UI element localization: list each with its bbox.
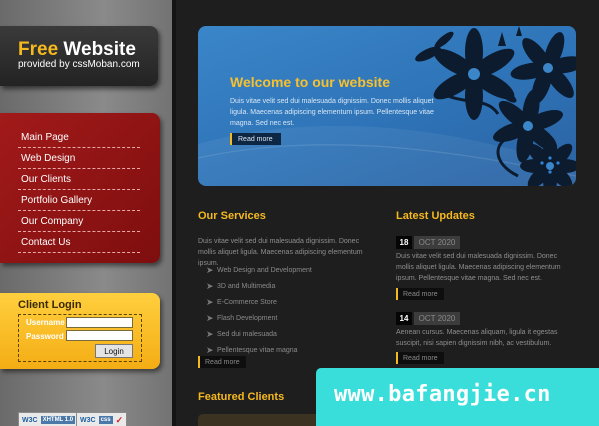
service-label: Web Design and Development (217, 266, 312, 274)
password-label: Password (26, 332, 64, 341)
list-item[interactable]: ➤ Web Design and Development (206, 262, 312, 278)
welcome-banner: Welcome to our website Duis vitae velit … (198, 26, 576, 186)
arrow-right-icon: ➤ (206, 280, 214, 291)
update-text: Duis vitae velit sed dui malesuada digni… (396, 253, 561, 282)
menu-link[interactable]: Our Clients (18, 174, 71, 185)
update-date: 14 OCT 2020 (396, 312, 460, 325)
menu-link[interactable]: Contact Us (18, 237, 70, 248)
banner-title: Welcome to our website (230, 74, 390, 90)
logo-title-text: Website (58, 39, 136, 60)
service-label: Flash Development (217, 314, 278, 322)
menu-link[interactable]: Portfolio Gallery (18, 195, 92, 206)
menu-item-portfolio-gallery[interactable]: Portfolio Gallery (18, 190, 140, 211)
client-login-panel: Client Login Username Password Login (0, 293, 160, 369)
check-icon: ✓ (115, 414, 124, 425)
banner-text: Duis vitae velit sed dui malesuada digni… (230, 98, 434, 127)
arrow-right-icon: ➤ (206, 296, 214, 307)
menu-item-main-page[interactable]: Main Page (18, 127, 140, 148)
logo-subtitle: provided by cssMoban.com (18, 59, 140, 70)
arrow-right-icon: ➤ (206, 344, 214, 355)
service-label: Pellentesque vitae magna (217, 346, 298, 354)
username-input[interactable] (66, 317, 133, 328)
badge-kind: css (98, 416, 113, 424)
login-button[interactable]: Login (95, 344, 133, 358)
services-read-more-button[interactable]: Read more (198, 356, 246, 368)
badge-kind: XHTML 1.0 (40, 416, 76, 424)
services-list: ➤ Web Design and Development ➤ 3D and Mult… (206, 262, 312, 358)
banner-read-more-button[interactable]: Read more (230, 133, 281, 145)
update-read-more-button[interactable]: Read more (396, 288, 444, 300)
css-valid-badge[interactable]: W3C css ✓ (76, 412, 128, 426)
services-title: Our Services (198, 210, 266, 222)
clients-title: Featured Clients (198, 391, 285, 403)
main-menu-panel: Main Page Web Design Our Clients Portfol… (0, 113, 160, 263)
date-day: 14 (396, 312, 412, 325)
menu-item-our-clients[interactable]: Our Clients (18, 169, 140, 190)
arrow-right-icon: ➤ (206, 328, 214, 339)
watermark-text: www.bafangjie.cn (334, 382, 551, 407)
menu-link[interactable]: Our Company (18, 216, 83, 227)
updates-title: Latest Updates (396, 210, 475, 222)
list-item[interactable]: ➤ 3D and Multimedia (206, 278, 312, 294)
update-date: 18 OCT 2020 (396, 236, 460, 249)
site-logo[interactable]: Free Website (18, 39, 136, 61)
logo-panel: Free Website provided by cssMoban.com (0, 26, 158, 86)
watermark-overlay: www.bafangjie.cn (316, 368, 599, 426)
main-menu: Main Page Web Design Our Clients Portfol… (18, 127, 140, 253)
service-label: Sed dui malesuada (217, 330, 277, 338)
login-form: Username Password Login (18, 314, 142, 362)
service-label: 3D and Multimedia (217, 282, 276, 290)
menu-item-our-company[interactable]: Our Company (18, 211, 140, 232)
arrow-right-icon: ➤ (206, 312, 214, 323)
menu-item-web-design[interactable]: Web Design (18, 148, 140, 169)
menu-link[interactable]: Web Design (18, 153, 75, 164)
menu-link[interactable]: Main Page (18, 132, 69, 143)
update-read-more-button[interactable]: Read more (396, 352, 444, 364)
date-month: OCT 2020 (414, 236, 460, 249)
arrow-right-icon: ➤ (206, 264, 214, 275)
date-day: 18 (396, 236, 412, 249)
w3c-text: W3C (80, 416, 96, 424)
service-label: E-Commerce Store (217, 298, 277, 306)
w3c-text: W3C (22, 416, 38, 424)
date-month: OCT 2020 (414, 312, 460, 325)
logo-accent-text: Free (18, 39, 59, 60)
login-title: Client Login (18, 299, 82, 311)
sidebar-divider (172, 0, 176, 426)
list-item[interactable]: ➤ E-Commerce Store (206, 294, 312, 310)
menu-item-contact-us[interactable]: Contact Us (18, 232, 140, 253)
list-item[interactable]: ➤ Sed dui malesuada (206, 326, 312, 342)
username-label: Username (26, 318, 65, 327)
password-input[interactable] (66, 330, 133, 341)
update-text: Aenean cursus. Maecenas aliquam, ligula … (396, 329, 558, 347)
list-item[interactable]: ➤ Flash Development (206, 310, 312, 326)
